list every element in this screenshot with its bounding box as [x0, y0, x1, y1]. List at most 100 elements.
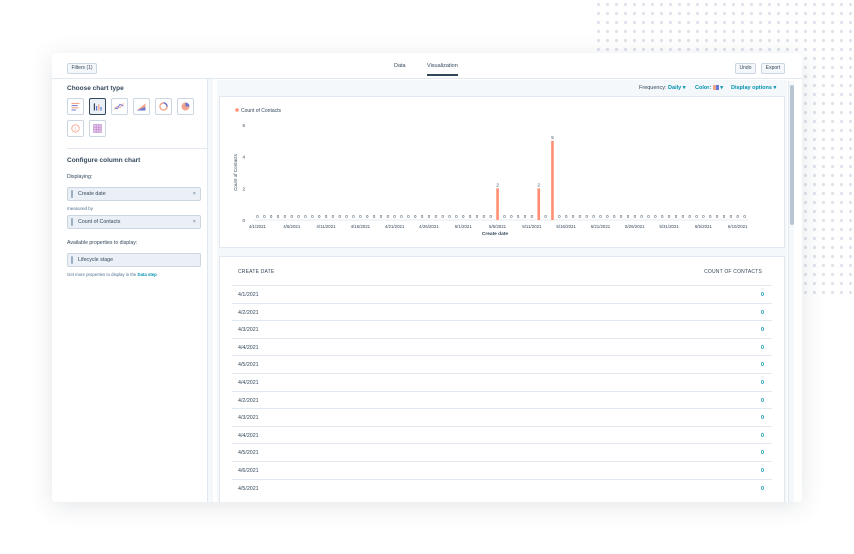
legend-label: Count of Contacts	[241, 108, 282, 114]
bar	[551, 140, 554, 220]
data-label: 0	[647, 214, 650, 219]
data-label: 0	[318, 214, 321, 219]
row-count[interactable]: 0	[761, 327, 764, 333]
scrollbar-thumb[interactable]	[790, 85, 794, 225]
bar-horizontal-icon[interactable]	[67, 98, 84, 115]
measure-field[interactable]: Count of Contacts ×	[67, 215, 201, 229]
bar	[537, 188, 541, 220]
data-label: 0	[332, 214, 335, 219]
configure-heading: Configure column chart	[67, 157, 141, 164]
data-label: 0	[428, 214, 431, 219]
filters-button[interactable]: Filters (1)	[67, 63, 97, 74]
x-tick-label: 5/6/2021	[489, 224, 507, 229]
data-label: 0	[325, 214, 328, 219]
left-config-panel: Choose chart type 1 Configure column cha…	[61, 81, 207, 501]
data-label: 0	[297, 214, 300, 219]
column-chart-icon[interactable]	[89, 98, 106, 115]
displaying-label: Displaying:	[67, 174, 93, 180]
data-label: 0	[345, 214, 348, 219]
color-label: Color:	[695, 85, 712, 91]
available-property-item[interactable]: Lifecycle stage	[67, 253, 201, 267]
tab-data[interactable]: Data	[394, 63, 406, 69]
pivot-table-icon[interactable]	[89, 120, 106, 137]
data-label: 0	[730, 214, 733, 219]
row-count[interactable]: 0	[761, 292, 764, 298]
row-count[interactable]: 0	[761, 345, 764, 351]
available-property-label: Lifecycle stage	[78, 257, 114, 263]
row-date: 4/2/2021	[238, 397, 259, 404]
frequency-dropdown[interactable]: Frequency: Daily ▾	[639, 85, 686, 91]
data-label: 0	[359, 214, 362, 219]
data-label: 0	[455, 214, 458, 219]
row-date: 4/5/2021	[238, 450, 259, 457]
legend-swatch	[235, 108, 239, 112]
data-label: 0	[373, 214, 376, 219]
row-count[interactable]: 0	[761, 486, 764, 492]
displaying-field[interactable]: Create date ×	[67, 187, 201, 201]
export-button[interactable]: Export	[761, 63, 785, 74]
table-header-date[interactable]: CREATE DATE	[238, 269, 274, 275]
x-tick-label: 4/21/2021	[385, 224, 405, 229]
row-date: 4/3/2021	[238, 327, 259, 334]
table-row: 4/2/2021 0	[232, 302, 772, 321]
row-count[interactable]: 0	[761, 398, 764, 404]
column-chart: Count of Contacts6420Count of Contacts0 0…	[233, 108, 748, 237]
data-label: 0	[277, 214, 280, 219]
row-count[interactable]: 0	[761, 433, 764, 439]
measured-by-label: measured by	[67, 206, 94, 211]
x-axis-title: Create date	[482, 231, 508, 237]
row-count[interactable]: 0	[761, 450, 764, 456]
number-badge-icon[interactable]: 1	[67, 120, 84, 137]
x-tick-label: 5/26/2021	[625, 224, 645, 229]
x-tick-label: 4/26/2021	[419, 224, 439, 229]
x-tick-label: 4/11/2021	[316, 224, 336, 229]
data-label: 0	[448, 214, 451, 219]
data-label: 0	[483, 214, 486, 219]
data-label: 0	[421, 214, 424, 219]
data-label: 0	[702, 214, 705, 219]
line-chart-icon[interactable]	[111, 98, 128, 115]
remove-icon[interactable]: ×	[193, 188, 196, 200]
area-chart-icon[interactable]	[133, 98, 150, 115]
x-tick-label: 5/16/2021	[556, 224, 576, 229]
row-count[interactable]: 0	[761, 468, 764, 474]
x-tick-label: 5/21/2021	[591, 224, 611, 229]
y-tick-label: 6	[242, 123, 245, 128]
left-panel-scrollbar[interactable]	[207, 79, 213, 502]
main-scrollbar[interactable]	[788, 81, 794, 502]
table-header-count[interactable]: COUNT OF CONTACTS	[704, 269, 762, 275]
display-options-dropdown[interactable]: Display options ▾	[731, 85, 776, 91]
data-label: 0	[263, 214, 266, 219]
choose-chart-heading: Choose chart type	[67, 85, 124, 92]
data-label: 0	[517, 214, 520, 219]
table-row: 4/4/2021 0	[232, 373, 772, 391]
row-count[interactable]: 0	[761, 310, 764, 316]
x-tick-label: 4/16/2021	[351, 224, 371, 229]
data-label: 0	[441, 214, 444, 219]
data-label: 0	[387, 214, 390, 219]
pie-chart-icon[interactable]	[177, 98, 194, 115]
data-label: 0	[256, 214, 259, 219]
data-label: 0	[743, 214, 746, 219]
remove-icon[interactable]: ×	[193, 216, 196, 228]
data-label: 0	[682, 214, 685, 219]
x-tick-label: 4/6/2021	[283, 224, 301, 229]
data-label: 0	[503, 214, 506, 219]
row-date: 4/6/2021	[238, 468, 259, 474]
table-row: 4/1/2021 0	[232, 285, 772, 303]
top-toolbar: Filters (1) Data Visualization Undo Expo…	[52, 53, 802, 79]
row-count[interactable]: 0	[761, 415, 764, 421]
donut-chart-icon[interactable]	[155, 98, 172, 115]
row-count[interactable]: 0	[761, 380, 764, 386]
data-label: 0	[304, 214, 307, 219]
color-dropdown[interactable]: Color: ▾	[695, 85, 723, 91]
undo-button[interactable]: Undo	[735, 63, 756, 74]
data-step-link[interactable]: Data step	[137, 272, 156, 277]
data-label: 0	[723, 214, 726, 219]
row-count[interactable]: 0	[761, 362, 764, 368]
data-label: 0	[524, 214, 527, 219]
x-tick-label: 4/1/2021	[249, 224, 267, 229]
tab-visualization[interactable]: Visualization	[427, 63, 458, 76]
row-date: 4/3/2021	[238, 415, 259, 422]
measure-value: Count of Contacts	[78, 219, 121, 225]
